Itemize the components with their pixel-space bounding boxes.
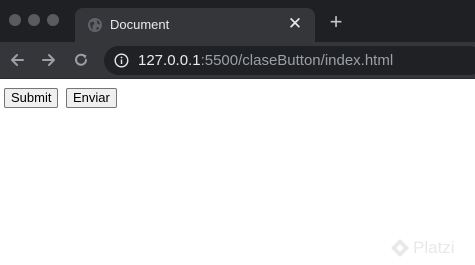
arrow-left-icon[interactable] bbox=[8, 51, 26, 69]
browser-toolbar: 127.0.0.1:5500/claseButton/index.html bbox=[0, 42, 475, 79]
reload-icon[interactable] bbox=[72, 51, 90, 69]
platzi-watermark: Platzi bbox=[390, 236, 475, 260]
watermark-text: Platzi bbox=[413, 238, 455, 257]
url-text: 127.0.0.1:5500/claseButton/index.html bbox=[138, 52, 393, 69]
browser-tab[interactable]: Document ✕ bbox=[75, 8, 315, 42]
tab-title: Document bbox=[110, 17, 170, 32]
enviar-button[interactable]: Enviar bbox=[66, 88, 117, 108]
browser-tab-strip: Document ✕ + bbox=[0, 0, 475, 42]
submit-button[interactable]: Submit bbox=[4, 88, 59, 108]
maximize-window-button[interactable] bbox=[47, 14, 59, 26]
platzi-logo-icon bbox=[391, 239, 409, 257]
close-icon[interactable]: ✕ bbox=[287, 15, 303, 32]
info-icon[interactable] bbox=[114, 53, 129, 68]
close-window-button[interactable] bbox=[9, 14, 21, 26]
url-host: 127.0.0.1 bbox=[138, 52, 201, 69]
plus-icon[interactable]: + bbox=[327, 11, 345, 33]
address-bar[interactable]: 127.0.0.1:5500/claseButton/index.html bbox=[104, 46, 475, 75]
arrow-right-icon[interactable] bbox=[40, 51, 58, 69]
minimize-window-button[interactable] bbox=[28, 14, 40, 26]
url-path: :5500/claseButton/index.html bbox=[200, 52, 394, 69]
globe-icon bbox=[88, 18, 102, 32]
